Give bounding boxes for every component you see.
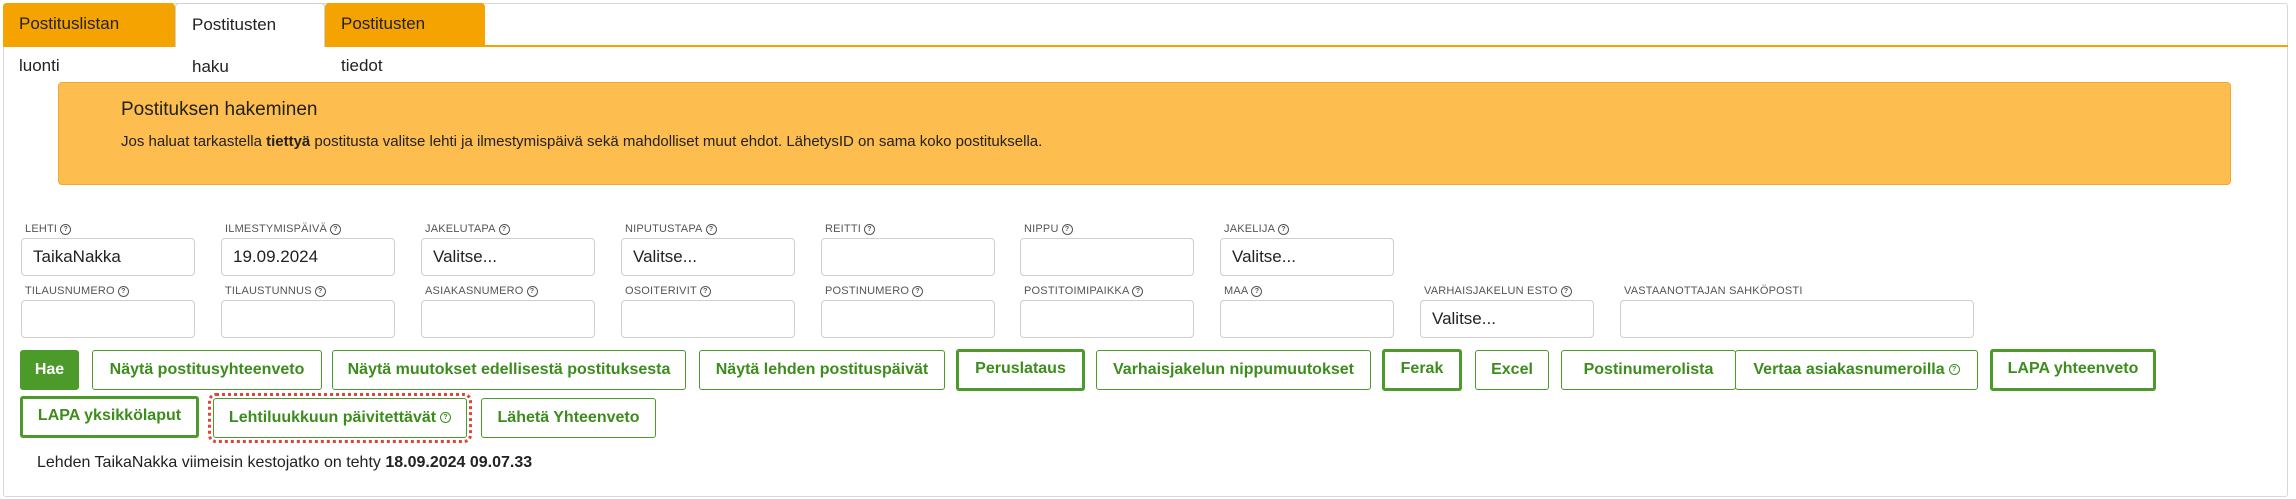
help-icon[interactable]: ? <box>864 224 876 235</box>
postitoimipaikka-input[interactable] <box>1020 300 1194 338</box>
field-postitoimipaikka: POSTITOIMIPAIKKA? <box>1020 285 1194 338</box>
lapa-yhteenveto-button[interactable]: LAPA yhteenveto <box>1990 349 2156 391</box>
nayta-postitusyhteenveto-button[interactable]: Näytä postitusyhteenveto <box>92 350 322 390</box>
maa-input[interactable] <box>1220 300 1394 338</box>
field-maa: MAA? <box>1220 285 1394 338</box>
tab-bar: Postituslistan luonti Postitusten haku P… <box>3 3 2288 76</box>
help-icon[interactable]: ? <box>699 286 711 297</box>
field-postinumero: POSTINUMERO? <box>821 285 995 338</box>
help-icon[interactable]: ? <box>498 224 510 235</box>
reitti-input[interactable] <box>821 238 995 276</box>
field-asiakasnumero: ASIAKASNUMERO? <box>421 285 595 338</box>
field-tilaustunnus: TILAUSTUNNUS? <box>221 285 395 338</box>
help-icon: ? <box>440 412 452 424</box>
vertaa-asiakasnumeroilla-button[interactable]: Vertaa asiakasnumeroilla? <box>1735 350 1978 390</box>
field-varhaisjakelun-esto: VARHAISJAKELUN ESTO? Valitse... <box>1420 285 1594 338</box>
tab-postituslistan-luonti[interactable]: Postituslistan luonti <box>3 3 175 75</box>
tilaustunnus-input[interactable] <box>221 300 395 338</box>
lapa-yksikkolaput-button[interactable]: LAPA yksikkölaput <box>20 396 199 438</box>
help-icon[interactable]: ? <box>314 286 326 297</box>
kestojatko-status: Lehden TaikaNakka viimeisin kestojatko o… <box>37 454 533 471</box>
field-jakelija: JAKELIJA? Valitse... <box>1220 223 1394 276</box>
field-osoiterivit: OSOITERIVIT? <box>621 285 795 338</box>
nayta-muutokset-button[interactable]: Näytä muutokset edellisestä postituksest… <box>332 350 686 390</box>
lehtiluukkuun-paivitettavat-button[interactable]: Lehtiluukkuun päivitettävät? <box>208 393 472 443</box>
lehti-select[interactable]: TaikaNakka <box>21 238 195 276</box>
niputustapa-select[interactable]: Valitse... <box>621 238 795 276</box>
field-niputustapa: NIPUTUSTAPA? Valitse... <box>621 223 795 276</box>
postinumerolista-button[interactable]: Postinumerolista <box>1561 350 1736 390</box>
help-icon[interactable]: ? <box>1251 286 1263 297</box>
field-reitti: REITTI? <box>821 223 995 276</box>
help-icon[interactable]: ? <box>1560 286 1572 297</box>
tilausnumero-input[interactable] <box>21 300 195 338</box>
nayta-postituspaivat-button[interactable]: Näytä lehden postituspäivät <box>699 350 945 390</box>
jakelija-select[interactable]: Valitse... <box>1220 238 1394 276</box>
field-jakelutapa: JAKELUTAPA? Valitse... <box>421 223 595 276</box>
help-icon[interactable]: ? <box>1132 286 1144 297</box>
varhaisjakelun-esto-select[interactable]: Valitse... <box>1420 300 1594 338</box>
banner-title: Postituksen hakeminen <box>121 99 318 120</box>
info-banner: Postituksen hakeminen Jos haluat tarkast… <box>58 82 2231 185</box>
help-icon[interactable]: ? <box>1278 224 1290 235</box>
laheta-yhteenveto-button[interactable]: Lähetä Yhteenveto <box>481 398 656 438</box>
help-icon: ? <box>1948 364 1960 376</box>
ilmestymispaiva-input[interactable]: 19.09.2024 <box>221 238 395 276</box>
asiakasnumero-input[interactable] <box>421 300 595 338</box>
varhaisjakelun-nippumuutokset-button[interactable]: Varhaisjakelun nippumuutokset <box>1096 350 1371 390</box>
excel-button[interactable]: Excel <box>1475 350 1549 390</box>
field-vastaanottajan-sahkoposti: VASTAANOTTAJAN SAHKÖPOSTI <box>1620 285 1974 338</box>
help-icon[interactable]: ? <box>705 224 717 235</box>
ferak-button[interactable]: Ferak <box>1382 349 1462 391</box>
banner-text: Jos haluat tarkastella tiettyä postitust… <box>121 133 1043 150</box>
tab-postitusten-haku[interactable]: Postitusten haku <box>175 3 325 76</box>
field-tilausnumero: TILAUSNUMERO? <box>21 285 195 338</box>
jakelutapa-select[interactable]: Valitse... <box>421 238 595 276</box>
tab-postitusten-tiedot[interactable]: Postitusten tiedot <box>325 3 485 75</box>
field-ilmestymispaiva: ILMESTYMISPÄIVÄ? 19.09.2024 <box>221 223 395 276</box>
help-icon[interactable]: ? <box>1061 224 1073 235</box>
help-icon[interactable]: ? <box>330 224 342 235</box>
help-icon[interactable]: ? <box>60 224 72 235</box>
field-nippu: NIPPU? <box>1020 223 1194 276</box>
hae-button[interactable]: Hae <box>20 350 79 390</box>
postinumero-input[interactable] <box>821 300 995 338</box>
field-lehti: LEHTI? TaikaNakka <box>21 223 195 276</box>
help-icon[interactable]: ? <box>912 286 924 297</box>
vastaanottajan-sahkoposti-input[interactable] <box>1620 300 1974 338</box>
osoiterivit-input[interactable] <box>621 300 795 338</box>
help-icon[interactable]: ? <box>117 286 129 297</box>
nippu-input[interactable] <box>1020 238 1194 276</box>
help-icon[interactable]: ? <box>526 286 538 297</box>
peruslataus-button[interactable]: Peruslataus <box>956 349 1085 391</box>
